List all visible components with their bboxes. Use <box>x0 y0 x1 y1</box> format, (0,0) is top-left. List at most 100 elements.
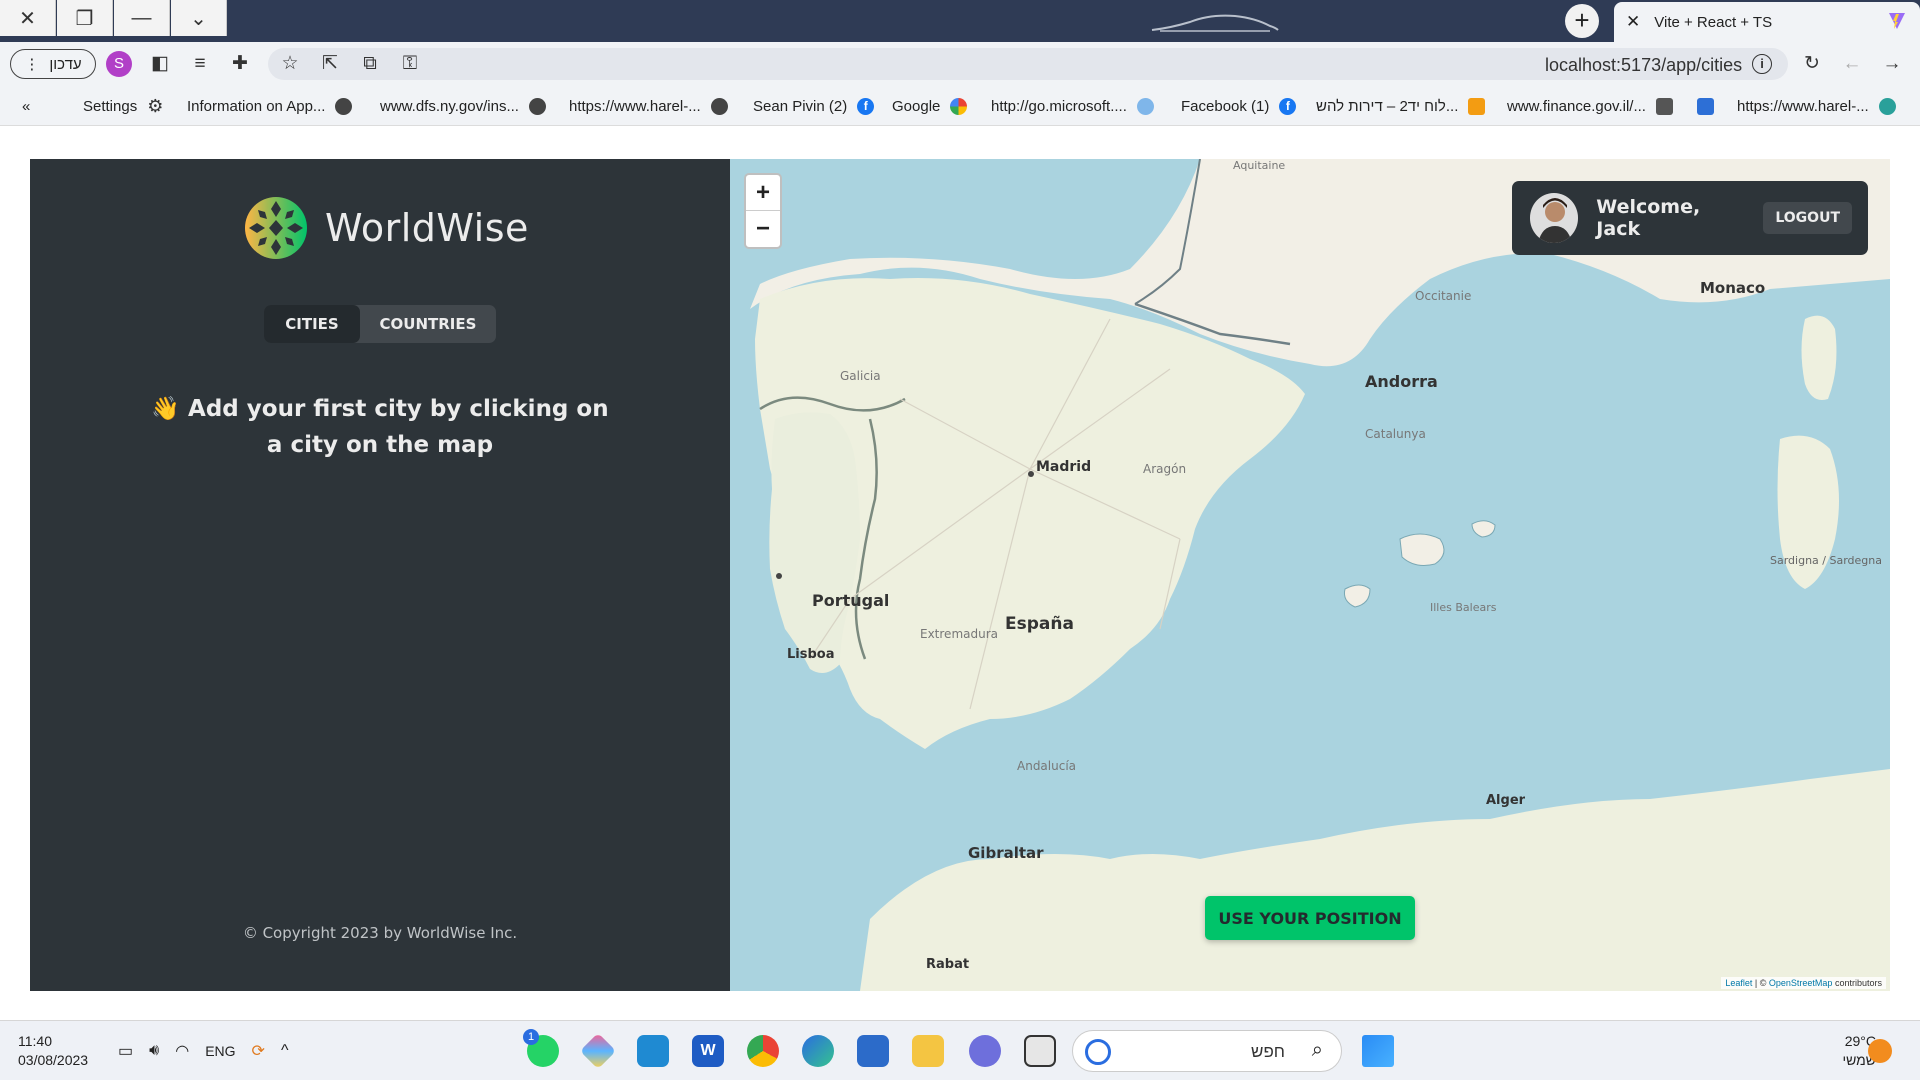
vscode-icon[interactable] <box>637 1035 669 1067</box>
bookmark-harel-2[interactable]: https://www.harel-... <box>1737 95 1896 117</box>
back-icon[interactable]: → <box>1880 52 1904 76</box>
chat-icon[interactable] <box>969 1035 1001 1067</box>
map[interactable]: Madrid España Portugal Lisboa Andorra Mo… <box>730 159 1890 991</box>
madrid-marker <box>1028 471 1034 477</box>
map-label-andalucia: Andalucía <box>1017 759 1077 773</box>
sync-icon[interactable]: ⟳ <box>252 1041 265 1061</box>
key-icon[interactable]: ⚿ <box>398 52 422 76</box>
osm-link[interactable]: OpenStreetMap <box>1769 978 1833 988</box>
minimize-icon: — <box>131 6 152 29</box>
zoom-control: + − <box>744 173 782 249</box>
restore-icon: ❐ <box>75 7 94 30</box>
bookmark-sean-pivin[interactable]: Sean Pivin (2) f <box>753 95 875 117</box>
globe-icon <box>710 97 728 115</box>
word-icon[interactable]: W <box>692 1035 724 1067</box>
menorca <box>1471 520 1496 538</box>
gear-icon: ⚙ <box>147 95 164 116</box>
bookmark-fp[interactable] <box>1697 95 1714 117</box>
file-explorer-icon[interactable] <box>912 1035 944 1067</box>
plus-icon: + <box>1574 5 1590 35</box>
taskbar-search[interactable]: חפש ⌕ <box>1072 1030 1342 1072</box>
new-tab-button[interactable]: + <box>1565 4 1599 38</box>
reading-list-icon[interactable]: ≡ <box>188 52 212 76</box>
worldwise-logo-icon <box>245 197 307 259</box>
ibiza <box>1344 584 1371 608</box>
corsica <box>1801 315 1837 400</box>
info-icon[interactable]: i <box>1752 54 1772 74</box>
battery-icon[interactable]: ▭ <box>118 1041 133 1061</box>
map-attribution: Leaflet | © OpenStreetMap contributors <box>1721 977 1886 989</box>
store-icon[interactable] <box>857 1035 889 1067</box>
date-text: 03/08/2023 <box>18 1052 89 1068</box>
bookmark-facebook[interactable]: Facebook (1) f <box>1181 95 1297 117</box>
logo[interactable]: WorldWise <box>243 195 529 261</box>
bookmark-microsoft[interactable]: http://go.microsoft.... <box>991 95 1154 117</box>
windows-taskbar: 11:40 03/08/2023 ▭ 🔊︎ ◠ ENG ⟳ ^ 1 W חפש … <box>0 1020 1920 1080</box>
address-bar: ⋮ עדכון S ◧ ≡ ✚ ☆ ⇱ ⧉ ⚿ localhost:5173/a… <box>0 42 1920 86</box>
browser-title-bar: ✕ ❐ — ⌄ + ✕ Vite + React + TS <box>0 0 1920 42</box>
sun-icon <box>1868 1039 1892 1063</box>
app-icon[interactable] <box>579 1032 617 1070</box>
close-tab-icon[interactable]: ✕ <box>1626 12 1640 32</box>
tab-search-button[interactable]: ⌄ <box>171 0 227 36</box>
worldwise-app: WorldWise CITIES COUNTRIES 👋 Add your fi… <box>30 159 1890 991</box>
map-label-baleares: Illes Balears <box>1430 601 1497 614</box>
bookmark-label: Sean Pivin (2) <box>753 97 848 115</box>
search-icon: ⌕ <box>1311 1039 1323 1061</box>
update-button[interactable]: ⋮ עדכון <box>10 49 96 79</box>
mallorca <box>1399 533 1445 566</box>
profile-avatar[interactable]: S <box>106 51 132 77</box>
share-icon[interactable]: ⇱ <box>318 52 342 76</box>
chrome-icon[interactable] <box>747 1035 779 1067</box>
chevron-up-icon[interactable]: ^ <box>281 1042 289 1060</box>
zoom-in-button[interactable]: + <box>746 175 780 211</box>
terminal-icon[interactable] <box>1024 1035 1056 1067</box>
tab-cities[interactable]: CITIES <box>264 305 360 343</box>
chevron-down-icon: ⌄ <box>190 7 207 30</box>
minimize-window-button[interactable]: — <box>114 0 170 36</box>
browser-tab[interactable]: ✕ Vite + React + TS <box>1614 2 1920 42</box>
bookmark-google[interactable]: Google <box>892 95 968 117</box>
logo-text: WorldWise <box>325 206 529 250</box>
bookmark-information[interactable]: Information on App... <box>187 95 353 117</box>
logout-button[interactable]: LOGOUT <box>1763 202 1852 234</box>
forward-icon[interactable]: ← <box>1840 52 1864 76</box>
facebook-icon: f <box>1279 97 1297 115</box>
translate-icon[interactable]: ⧉ <box>358 52 382 76</box>
bookmarks-collapse[interactable]: « <box>22 95 30 117</box>
leaflet-link[interactable]: Leaflet <box>1725 978 1752 988</box>
edge-taskbar-icon[interactable] <box>802 1035 834 1067</box>
bookmark-label: לוח יד2 – דירות להש... <box>1316 97 1459 115</box>
windows-start-icon[interactable] <box>1362 1035 1394 1067</box>
bookmark-yad2[interactable]: לוח יד2 – דירות להש... <box>1316 95 1486 117</box>
url-text[interactable]: localhost:5173/app/cities <box>1545 55 1742 76</box>
close-window-button[interactable]: ✕ <box>0 0 56 36</box>
map-label-rabat: Rabat <box>926 957 970 972</box>
map-label-extremadura: Extremadura <box>920 627 998 641</box>
extensions-icon[interactable]: ✚ <box>228 52 252 76</box>
language-indicator[interactable]: ENG <box>205 1043 235 1059</box>
wifi-icon[interactable]: ◠ <box>175 1041 189 1061</box>
sidebar-icon[interactable]: ◧ <box>148 52 172 76</box>
kebab-icon: ⋮ <box>24 56 40 73</box>
bookmark-settings[interactable]: Settings ⚙ <box>83 95 164 117</box>
bookmark-label: https://www.harel-... <box>1737 97 1869 115</box>
edge-icon <box>1878 97 1896 115</box>
zoom-out-button[interactable]: − <box>746 211 780 247</box>
microsoft-icon <box>1136 97 1154 115</box>
bookmark-label: Google <box>892 97 941 115</box>
restore-window-button[interactable]: ❐ <box>57 0 113 36</box>
use-your-position-button[interactable]: USE YOUR POSITION <box>1205 896 1415 940</box>
bookmark-finance[interactable]: www.finance.gov.il/... <box>1507 95 1673 117</box>
tab-countries[interactable]: COUNTRIES <box>360 305 496 343</box>
user-avatar-icon <box>1530 193 1579 243</box>
bookmark-harel[interactable]: https://www.harel-... <box>569 95 728 117</box>
clock[interactable]: 11:40 03/08/2023 <box>18 1032 88 1070</box>
map-label-alger: Alger <box>1486 793 1526 808</box>
reload-icon[interactable]: ↻ <box>1800 52 1824 76</box>
volume-icon[interactable]: 🔊︎ <box>149 1042 159 1060</box>
bookmark-star-icon[interactable]: ☆ <box>278 52 302 76</box>
time-text: 11:40 <box>18 1033 52 1049</box>
bookmark-dfs[interactable]: www.dfs.ny.gov/ins... <box>380 95 546 117</box>
whatsapp-icon[interactable]: 1 <box>523 1029 559 1067</box>
